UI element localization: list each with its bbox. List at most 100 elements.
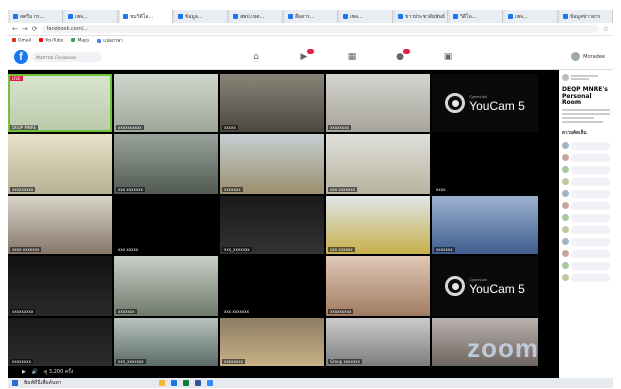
browser-tab-label: สื่อสาร...	[295, 13, 315, 20]
participant-tile: xxxx xxxxxxx	[8, 196, 112, 254]
bookmark-item[interactable]: แปลภาษา	[97, 37, 123, 44]
participant-name: xxxxx	[222, 125, 238, 130]
participant-tile: xxx xxxxxxx	[220, 256, 324, 316]
comment-bubble	[571, 273, 610, 282]
live-badge: LIVE	[10, 76, 23, 81]
bookmarks-bar: Gmail YouTube Maps แปลภาษา	[8, 36, 613, 45]
browser-tab[interactable]: ข้อมูลข่าวสาร	[560, 10, 613, 23]
browser-tab[interactable]: เพจ...	[340, 10, 393, 23]
facebook-search-input[interactable]: ค้นหาบน Facebook	[32, 52, 102, 62]
notification-dot	[307, 49, 314, 54]
favicon-icon	[233, 14, 238, 19]
participant-tile: xxx xxxxx	[114, 196, 218, 254]
avatar	[562, 261, 569, 269]
address-bar: ← → ⟳ facebook.com/... ☆	[8, 23, 613, 36]
windows-taskbar: พิมพ์ที่นี่เพื่อค้นหา	[8, 378, 613, 388]
favicon-icon	[68, 14, 73, 19]
favicon-icon	[398, 14, 403, 19]
favicon-icon	[453, 14, 458, 19]
comment-bubble	[571, 141, 610, 150]
zoom-app-icon[interactable]	[207, 380, 214, 386]
windows-start-icon[interactable]	[12, 380, 18, 386]
taskbar-search[interactable]: พิมพ์ที่นี่เพื่อค้นหา	[24, 379, 61, 387]
comment-item	[559, 152, 613, 164]
favicon-icon	[123, 14, 128, 19]
volume-icon[interactable]: 🔊	[32, 369, 38, 375]
browser-tab[interactable]: ข้อมูล...	[175, 10, 228, 23]
video-controls: ▶ 🔊 ดู 3,200 ครั้ง	[8, 366, 559, 378]
profile-chip[interactable]: Moradee	[571, 52, 605, 61]
comment-item	[559, 236, 613, 248]
url-field[interactable]: facebook.com/...	[41, 25, 599, 33]
participant-tile: xxxxxxxxx	[326, 256, 430, 316]
comment-bubble	[571, 213, 610, 222]
marketplace-icon[interactable]: ▦	[346, 51, 358, 63]
participant-tile: DEQP MNRE LIVE	[8, 74, 112, 132]
avatar	[562, 213, 569, 221]
participant-name: xxxxxxxxx	[10, 187, 36, 192]
participant-name: xxxx	[434, 187, 448, 192]
favicon-icon	[178, 14, 183, 19]
comment-item	[559, 140, 613, 152]
taskview-icon[interactable]	[147, 380, 153, 386]
browser-tab-label: ข่าวประชาสัมพันธ์	[405, 13, 445, 20]
file-explorer-icon[interactable]	[159, 380, 166, 386]
gaming-icon[interactable]: ▣	[442, 51, 454, 63]
text-line	[562, 112, 610, 115]
browser-tab[interactable]: วิดีโอ...	[450, 10, 503, 23]
youcam-title: YouCam 5	[469, 281, 525, 296]
forward-icon[interactable]: →	[22, 25, 28, 33]
avatar	[562, 141, 569, 149]
bookmark-item[interactable]: YouTube	[39, 37, 64, 44]
comment-bubble	[571, 261, 610, 270]
browser-tab[interactable]: สื่อสาร...	[285, 10, 338, 23]
back-icon[interactable]: ←	[12, 25, 18, 33]
participant-name: xxxxxxxxx	[328, 309, 354, 314]
favicon-icon	[13, 14, 18, 19]
comment-bubble	[571, 189, 610, 198]
comment-list	[559, 140, 613, 284]
participant-name: xxxxxxxx	[328, 125, 351, 130]
star-icon[interactable]: ☆	[603, 25, 609, 33]
browser-tab[interactable]: เพจ...	[505, 10, 558, 23]
reload-icon[interactable]: ⟳	[32, 25, 38, 33]
participant-tile: xxx xxxxxx	[326, 196, 430, 254]
favicon-icon	[563, 14, 568, 19]
comment-bubble	[571, 177, 610, 186]
bookmark-label: YouTube	[45, 38, 64, 44]
comment-item	[559, 212, 613, 224]
browser-tab-label: วิดีโอ...	[460, 13, 477, 20]
text-line	[562, 120, 603, 123]
excel-icon[interactable]	[183, 380, 190, 386]
participant-name: xxxxxxxxxx	[116, 125, 144, 130]
word-icon[interactable]	[195, 380, 202, 386]
comment-item	[559, 248, 613, 260]
browser-tab[interactable]: เพจ...	[65, 10, 118, 23]
bookmark-icon	[71, 37, 76, 42]
comment-item	[559, 272, 613, 284]
home-icon[interactable]: ⌂	[250, 51, 262, 63]
participant-name: DEQP MNRE	[10, 125, 39, 130]
browser-tab[interactable]: สตรีม กร...	[10, 10, 63, 23]
youcam-logo-icon	[445, 276, 466, 296]
browser-tab[interactable]: สพป.เขต...	[230, 10, 283, 23]
chrome-icon[interactable]	[171, 380, 178, 386]
bookmark-icon	[39, 37, 44, 42]
participant-tile: Group xxxxxxx	[326, 318, 430, 366]
bookmark-item[interactable]: Gmail	[12, 37, 31, 43]
browser-tab[interactable]: ข่าวประชาสัมพันธ์	[395, 10, 448, 23]
facebook-logo[interactable]: f	[14, 50, 28, 64]
bookmark-item[interactable]: Maps	[71, 37, 89, 43]
avatar	[562, 189, 569, 197]
zoom-watermark: zoom	[467, 333, 539, 363]
comment-bubble	[571, 201, 610, 210]
live-video-player[interactable]: Group xxxxxxx xxxxxxxx xxx_xxxxxxx xxxxxxxx…	[8, 70, 559, 378]
favicon-icon	[508, 14, 513, 19]
browser-tab[interactable]: ชมวิดีโอ...	[120, 10, 173, 23]
favicon-icon	[343, 14, 348, 19]
participant-name: xxx_xxxxxxx	[222, 247, 252, 252]
play-icon[interactable]: ▶	[22, 369, 26, 375]
watch-icon[interactable]: ▶	[298, 49, 314, 63]
groups-icon[interactable]: ●	[394, 49, 410, 63]
comment-bubble	[571, 153, 610, 162]
